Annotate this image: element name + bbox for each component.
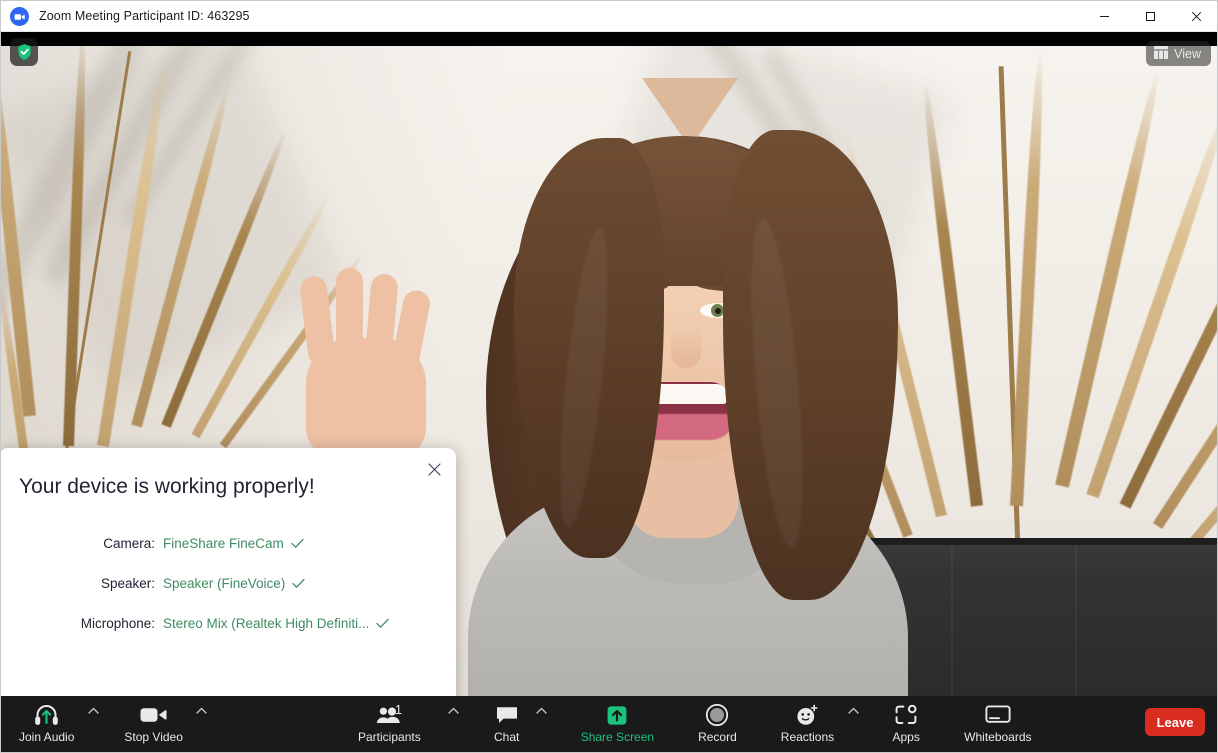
toolbar-item-share-screen[interactable]: Share Screen [571, 696, 664, 748]
chat-bubble-icon [495, 702, 519, 728]
toolbar-label: Whiteboards [964, 730, 1032, 744]
hair-right-lock [723, 130, 898, 600]
title-bar: Zoom Meeting Participant ID: 463295 [1, 1, 1217, 32]
checkmark-icon [376, 618, 389, 629]
zoom-logo-icon [10, 6, 29, 26]
dried-frond [1010, 46, 1048, 507]
dialog-close-icon[interactable] [420, 455, 448, 483]
toolbar-item-whiteboards[interactable]: Whiteboards [954, 696, 1041, 748]
toolbar-label: Record [698, 730, 737, 744]
waving-hand [286, 268, 446, 458]
palm [306, 338, 426, 458]
whiteboard-icon [985, 702, 1011, 728]
reactions-chevron-up-icon[interactable] [844, 696, 862, 748]
share-screen-icon [604, 702, 630, 728]
nose [671, 326, 701, 368]
view-button-label: View [1174, 46, 1201, 61]
pupil [715, 308, 721, 314]
toolbar-item-join-audio[interactable]: Join Audio [9, 696, 84, 748]
device-row-speaker: Speaker: Speaker (FineVoice) [1, 563, 456, 603]
zoom-meeting-window: Zoom Meeting Participant ID: 463295 View… [0, 0, 1218, 753]
device-row-camera: Camera: FineShare FineCam [1, 523, 456, 563]
stop-video-chevron-up-icon[interactable] [193, 696, 211, 748]
reactions-smiley-icon [795, 702, 819, 728]
toolbar-label: Stop Video [124, 730, 183, 744]
toolbar-label: Apps [892, 730, 920, 744]
checkmark-icon [292, 578, 305, 589]
device-value: Stereo Mix (Realtek High Definiti... [163, 615, 370, 631]
meeting-toolbar: Join Audio Stop Video Participants 1 Cha… [1, 696, 1217, 752]
person-figure [298, 78, 926, 698]
leave-button[interactable]: Leave [1145, 708, 1205, 736]
device-label: Speaker: [100, 575, 155, 591]
toolbar-item-reactions[interactable]: Reactions [771, 696, 844, 748]
toolbar-item-stop-video[interactable]: Stop Video [114, 696, 193, 748]
view-button[interactable]: View [1146, 41, 1211, 66]
toolbar-label: Share Screen [580, 730, 655, 744]
device-value: FineShare FineCam [163, 535, 284, 551]
participants-count-badge: 1 [395, 703, 402, 717]
window-controls [1081, 1, 1217, 32]
device-test-dialog: Your device is working properly! Camera:… [1, 448, 456, 698]
headset-join-audio-icon [34, 702, 59, 728]
toolbar-item-chat[interactable]: Chat [481, 696, 533, 748]
shield-check-icon[interactable] [10, 38, 38, 66]
participants-chevron-up-icon[interactable] [445, 696, 463, 748]
join-audio-chevron-up-icon[interactable] [84, 696, 102, 748]
device-label: Camera: [103, 535, 155, 551]
toolbar-label: Join Audio [19, 730, 75, 744]
plant-pot-seam [951, 545, 953, 698]
plant-pot-seam [1075, 545, 1077, 698]
toolbar-label: Reactions [780, 730, 835, 744]
toolbar-left-group: Join Audio Stop Video [9, 696, 211, 752]
apps-icon [894, 702, 918, 728]
grid-view-icon [1154, 45, 1169, 62]
checkmark-icon [291, 538, 304, 549]
dialog-title: Your device is working properly! [19, 475, 315, 498]
device-value: Speaker (FineVoice) [163, 575, 286, 591]
window-title: Zoom Meeting Participant ID: 463295 [39, 9, 250, 23]
toolbar-label: Participants [358, 730, 421, 744]
device-rows: Camera: FineShare FineCam Speaker: Speak… [1, 523, 456, 643]
toolbar-item-record[interactable]: Record [688, 696, 747, 748]
maximize-icon[interactable] [1127, 1, 1173, 32]
toolbar-item-participants[interactable]: Participants 1 [348, 696, 431, 748]
video-stage: View Your device is working properly! Ca… [1, 32, 1217, 698]
close-icon[interactable] [1173, 1, 1217, 32]
toolbar-item-apps[interactable]: Apps [880, 696, 932, 748]
toolbar-label: Chat [494, 730, 520, 744]
toolbar-center-group: Participants 1 Chat Share Screen Record … [348, 696, 1042, 752]
device-label: Microphone: [80, 615, 155, 631]
dried-frond [1214, 344, 1217, 570]
minimize-icon[interactable] [1081, 1, 1127, 32]
chat-chevron-up-icon[interactable] [533, 696, 551, 748]
record-circle-icon [705, 702, 729, 728]
device-row-microphone: Microphone: Stereo Mix (Realtek High Def… [1, 603, 456, 643]
video-camera-icon [140, 702, 167, 728]
